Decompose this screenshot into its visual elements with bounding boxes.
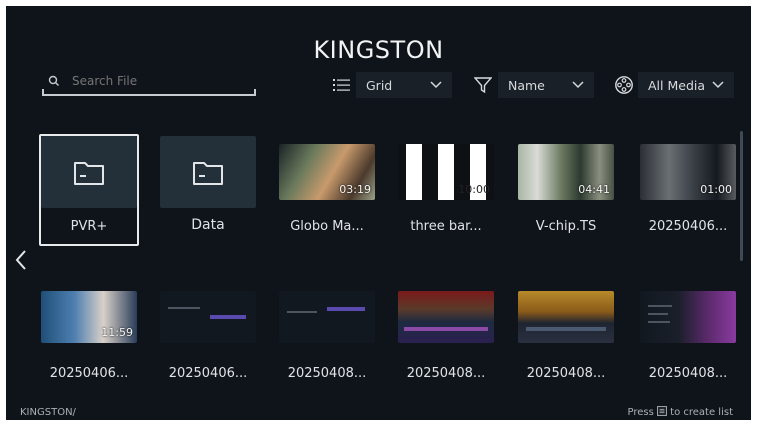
thumb-detail	[210, 315, 246, 319]
search-underline-right	[254, 89, 256, 96]
video-thumbnail[interactable]	[279, 291, 375, 343]
media-filter-dropdown[interactable]: All Media	[638, 72, 734, 98]
video-duration: 10:00	[458, 183, 490, 196]
page-title: KINGSTON	[313, 36, 444, 64]
thumb-detail	[327, 307, 365, 311]
item-label: 20250408...	[406, 366, 486, 381]
item-label: PVR+	[70, 219, 108, 234]
folder-item-pvr[interactable]	[41, 136, 137, 208]
view-dropdown[interactable]: Grid	[356, 72, 452, 98]
item-label: three bar...	[410, 219, 482, 234]
item-label: Globo Ma...	[290, 219, 364, 234]
create-list-hint: Press to create list	[627, 406, 733, 418]
menu-button-icon	[657, 406, 667, 416]
thumb-detail	[287, 311, 317, 313]
thumb-detail	[648, 313, 668, 315]
filter-funnel-icon	[474, 77, 492, 94]
video-duration: 04:41	[578, 183, 610, 196]
item-label: 20250406...	[49, 366, 129, 381]
item-label: 20250408...	[526, 366, 606, 381]
media-filter-dropdown-value: All Media	[648, 77, 706, 93]
search-input[interactable]	[70, 73, 244, 89]
hint-suffix: to create list	[670, 407, 733, 418]
view-dropdown-value: Grid	[366, 77, 393, 93]
item-label: Data	[191, 217, 225, 233]
white-bar	[406, 144, 422, 200]
hint-prefix: Press	[627, 407, 654, 418]
list-icon	[333, 79, 350, 91]
item-label: 20250406...	[648, 219, 728, 234]
item-label: V-chip.TS	[535, 219, 597, 234]
tv-screen: KINGSTON Grid Name	[6, 6, 751, 420]
folder-icon	[74, 162, 104, 185]
thumb-detail	[648, 321, 670, 323]
search-underline-left	[42, 89, 44, 96]
video-thumbnail[interactable]: 01:00	[640, 144, 736, 200]
chevron-down-icon	[712, 81, 724, 89]
thumb-detail	[168, 307, 200, 309]
chevron-down-icon	[572, 81, 584, 89]
item-label: 20250406...	[168, 366, 248, 381]
video-thumbnail[interactable]: 11:59	[41, 291, 137, 343]
video-duration: 01:00	[700, 183, 732, 196]
white-bar	[438, 144, 454, 200]
video-thumbnail[interactable]: 03:19	[279, 144, 375, 200]
chevron-left-icon[interactable]	[14, 249, 28, 271]
video-thumbnail[interactable]	[518, 291, 614, 343]
video-duration: 11:59	[101, 326, 133, 339]
item-label: 20250408...	[287, 366, 367, 381]
folder-icon	[193, 162, 223, 185]
chevron-down-icon	[430, 81, 442, 89]
video-thumbnail[interactable]	[398, 291, 494, 343]
video-thumbnail[interactable]: 04:41	[518, 144, 614, 200]
scrollbar[interactable]	[740, 131, 743, 261]
video-thumbnail[interactable]	[640, 291, 736, 343]
video-thumbnail[interactable]	[160, 291, 256, 343]
video-duration: 03:19	[339, 183, 371, 196]
thumb-detail	[526, 327, 606, 331]
current-path: KINGSTON/	[20, 407, 76, 418]
sort-dropdown-value: Name	[508, 77, 545, 93]
search-box[interactable]	[42, 68, 256, 96]
search-icon	[48, 75, 59, 86]
thumb-detail	[404, 327, 488, 331]
media-reel-icon	[615, 76, 633, 94]
sort-dropdown[interactable]: Name	[498, 72, 594, 98]
item-label: 20250408...	[648, 366, 728, 381]
folder-item-data[interactable]	[160, 136, 256, 208]
video-thumbnail[interactable]: 10:00	[398, 144, 494, 200]
thumb-detail	[648, 305, 672, 307]
